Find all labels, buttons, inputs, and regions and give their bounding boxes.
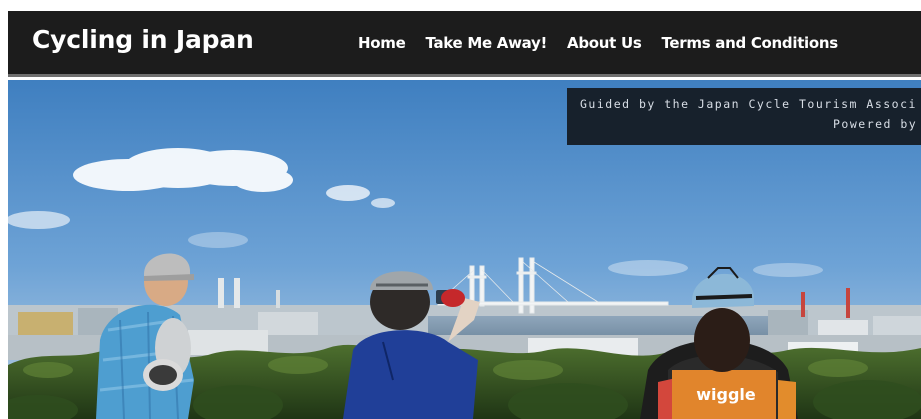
page: Cycling in Japan Home Take Me Away! Abou…: [0, 0, 921, 419]
nav-take-me-away[interactable]: Take Me Away!: [425, 34, 547, 52]
banner-powered-text: Powered by: [833, 117, 918, 131]
nav-menu: Home Take Me Away! About Us Terms and Co…: [358, 34, 838, 52]
navbar: Cycling in Japan Home Take Me Away! Abou…: [8, 11, 921, 77]
banner-guided-text: Guided by the Japan Cycle Tourism Associ: [580, 97, 917, 111]
info-banner: Guided by the Japan Cycle Tourism Associ…: [567, 88, 921, 145]
nav-home[interactable]: Home: [358, 34, 406, 52]
jersey-logo: wiggle: [696, 385, 756, 404]
nav-about-us[interactable]: About Us: [567, 34, 642, 52]
nav-terms-and-conditions[interactable]: Terms and Conditions: [661, 34, 838, 52]
site-title[interactable]: Cycling in Japan: [32, 25, 254, 54]
